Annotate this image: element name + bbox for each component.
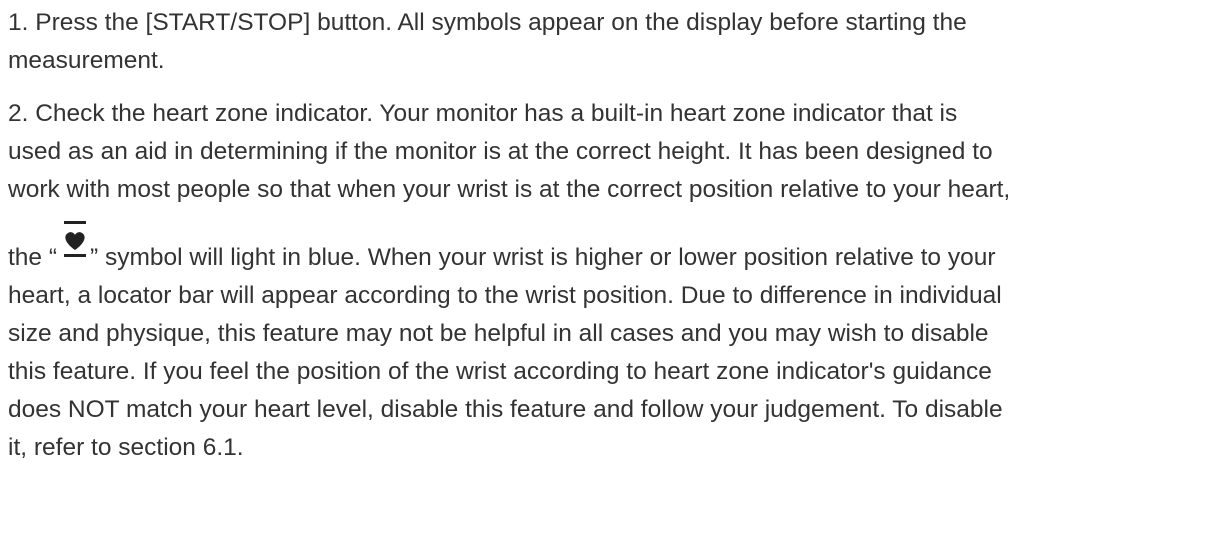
text-line: measurement.	[8, 47, 165, 74]
text-line: 1. Press the [START/STOP] button. All sy…	[8, 9, 967, 36]
heart-zone-indicator-icon	[61, 221, 89, 277]
text-line: does NOT match your heart level, disable…	[8, 396, 1003, 423]
text-segment: the “	[8, 244, 58, 271]
text-line: used as an aid in determining if the mon…	[8, 138, 993, 165]
paragraph-step-1: 1. Press the [START/STOP] button. All sy…	[8, 0, 1220, 80]
paragraph-step-2: 2. Check the heart zone indicator. Your …	[8, 95, 1220, 467]
text-line: heart, a locator bar will appear accordi…	[8, 282, 1002, 309]
text-segment: ” symbol will light in blue. When your w…	[90, 244, 996, 271]
text-line-with-symbol: the “ ” symbol will light in blue. When …	[8, 221, 1220, 277]
text-line: 2. Check the heart zone indicator. Your …	[8, 100, 958, 127]
text-line: it, refer to section 6.1.	[8, 434, 244, 461]
text-line: this feature. If you feel the position o…	[8, 358, 992, 385]
text-line: work with most people so that when your …	[8, 176, 1011, 203]
instruction-text-block: 1. Press the [START/STOP] button. All sy…	[0, 0, 1220, 467]
text-line: size and physique, this feature may not …	[8, 320, 989, 347]
